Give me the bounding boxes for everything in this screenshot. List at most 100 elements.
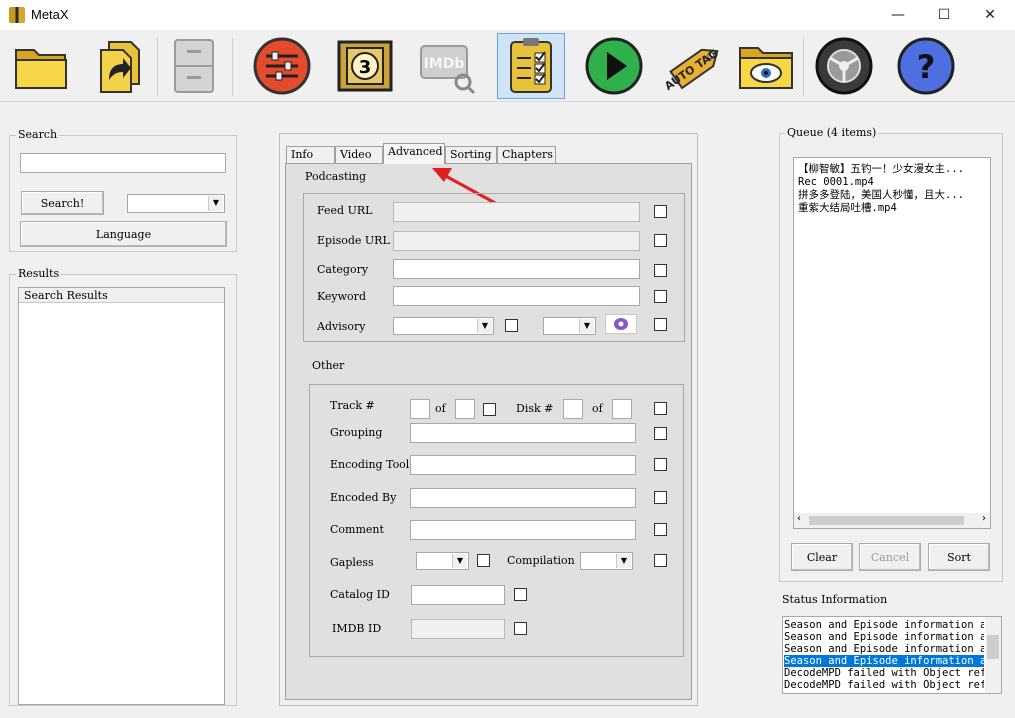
scrollbar-thumb[interactable] bbox=[987, 635, 999, 659]
advisory-dropdown[interactable]: ▼ bbox=[393, 317, 494, 335]
toolbar-separator bbox=[157, 38, 158, 96]
imdb-id-checkbox[interactable] bbox=[514, 622, 527, 635]
grouping-field[interactable] bbox=[410, 423, 636, 443]
gapless-dropdown[interactable]: ▼ bbox=[416, 552, 469, 570]
advisory-row-checkbox[interactable] bbox=[654, 318, 667, 331]
compilation-checkbox[interactable] bbox=[654, 554, 667, 567]
encoded-by-field[interactable] bbox=[410, 488, 636, 508]
encoding-tool-checkbox[interactable] bbox=[654, 458, 667, 471]
search-source-dropdown[interactable]: ▼ bbox=[127, 194, 225, 213]
app-icon bbox=[9, 7, 25, 23]
view-folder-icon bbox=[739, 47, 793, 89]
imdb-button[interactable]: IMDb bbox=[415, 34, 479, 98]
chevron-down-icon: ▼ bbox=[616, 554, 631, 568]
compilation-dropdown[interactable]: ▼ bbox=[580, 552, 633, 570]
category-checkbox[interactable] bbox=[654, 264, 667, 277]
other-label: Other bbox=[312, 359, 345, 372]
auto-tag-icon: AUTO TAG bbox=[666, 47, 720, 93]
encoding-tool-field[interactable] bbox=[410, 455, 636, 475]
advisory-image-button[interactable] bbox=[605, 314, 637, 334]
disk-number-field[interactable] bbox=[563, 399, 583, 419]
chevron-down-icon: ▼ bbox=[477, 319, 492, 333]
encoded-by-label: Encoded By bbox=[330, 491, 397, 504]
language-button[interactable]: Language bbox=[20, 221, 227, 247]
help-icon: ? bbox=[897, 37, 955, 95]
track-total-field[interactable] bbox=[455, 399, 475, 419]
track-disk-row-checkbox[interactable] bbox=[654, 402, 667, 415]
chevron-down-icon: ▼ bbox=[579, 319, 594, 333]
cabinet-icon bbox=[174, 39, 214, 93]
imdb-id-label: IMDB ID bbox=[332, 622, 382, 635]
imdb-search-icon: IMDb bbox=[420, 45, 476, 95]
tab-info[interactable]: Info bbox=[286, 146, 335, 163]
tab-advanced[interactable]: Advanced bbox=[383, 143, 445, 164]
queue-item[interactable]: Rec 0001.mp4 bbox=[798, 176, 988, 188]
track-of-label: of bbox=[435, 402, 446, 415]
scrollbar-thumb[interactable] bbox=[809, 516, 964, 525]
queue-horizontal-scrollbar[interactable]: ‹ › bbox=[794, 513, 990, 528]
gapless-label: Gapless bbox=[330, 556, 374, 569]
imdb-id-field[interactable] bbox=[411, 619, 505, 639]
search-button[interactable]: Search! bbox=[21, 191, 104, 215]
title-bar bbox=[0, 0, 1015, 30]
help-button[interactable]: ? bbox=[894, 34, 958, 98]
catalog-id-field[interactable] bbox=[411, 585, 505, 605]
comment-field[interactable] bbox=[410, 520, 636, 540]
results-list[interactable] bbox=[18, 287, 225, 705]
status-vertical-scrollbar[interactable] bbox=[985, 617, 1001, 693]
preferences-button[interactable] bbox=[812, 34, 876, 98]
advisory-label: Advisory bbox=[317, 320, 366, 333]
disk-total-field[interactable] bbox=[612, 399, 632, 419]
episode-url-checkbox[interactable] bbox=[654, 234, 667, 247]
track-checkbox[interactable] bbox=[483, 403, 496, 416]
status-line: DecodeMPD failed with Object refe bbox=[784, 667, 984, 679]
open-folder-button[interactable] bbox=[9, 34, 73, 98]
scroll-left-icon[interactable]: ‹ bbox=[797, 513, 801, 524]
scroll-right-icon[interactable]: › bbox=[982, 513, 986, 524]
play-button[interactable] bbox=[582, 34, 646, 98]
episode-url-label: Episode URL bbox=[317, 234, 390, 247]
clear-button[interactable]: Clear bbox=[791, 543, 853, 571]
category-field[interactable] bbox=[393, 259, 640, 279]
category-label: Category bbox=[317, 263, 369, 276]
advisory-checkbox[interactable] bbox=[505, 319, 518, 332]
movie-button[interactable]: 3 bbox=[333, 34, 397, 98]
results-group-label: Results bbox=[16, 267, 62, 280]
cabinet-button[interactable] bbox=[161, 34, 225, 98]
queue-item[interactable]: 重紫大结局吐槽.mp4 bbox=[798, 202, 988, 214]
settings-button[interactable] bbox=[250, 34, 314, 98]
svg-text:3: 3 bbox=[359, 57, 372, 78]
track-number-field[interactable] bbox=[410, 399, 430, 419]
queue-item[interactable]: 【柳智敏】五钓一！少女漫女主... bbox=[798, 163, 988, 175]
close-button[interactable]: ✕ bbox=[967, 0, 1013, 30]
results-column-header[interactable]: Search Results bbox=[19, 288, 224, 303]
checklist-button[interactable] bbox=[497, 33, 565, 99]
minimize-button[interactable]: — bbox=[875, 0, 921, 30]
comment-checkbox[interactable] bbox=[654, 523, 667, 536]
feed-url-checkbox[interactable] bbox=[654, 205, 667, 218]
chevron-down-icon: ▼ bbox=[452, 554, 467, 568]
search-input[interactable] bbox=[20, 153, 226, 173]
keyword-field[interactable] bbox=[393, 286, 640, 306]
maximize-button[interactable]: ☐ bbox=[921, 0, 967, 30]
encoded-by-checkbox[interactable] bbox=[654, 491, 667, 504]
grouping-checkbox[interactable] bbox=[654, 427, 667, 440]
track-label: Track # bbox=[330, 399, 375, 412]
queue-group-label: Queue (4 items) bbox=[785, 126, 879, 139]
movie-countdown-icon: 3 bbox=[337, 40, 393, 92]
tab-video[interactable]: Video bbox=[335, 146, 383, 163]
rating-dropdown[interactable]: ▼ bbox=[543, 317, 596, 335]
queue-item[interactable]: 拼多多登陆，美国人秒懂，且大... bbox=[798, 189, 988, 201]
cancel-button[interactable]: Cancel bbox=[859, 543, 921, 571]
settings-sliders-icon bbox=[253, 37, 311, 95]
episode-url-field[interactable] bbox=[393, 231, 640, 251]
chevron-down-icon: ▼ bbox=[208, 196, 223, 211]
open-file-button[interactable] bbox=[89, 34, 153, 98]
feed-url-field[interactable] bbox=[393, 202, 640, 222]
auto-tag-button[interactable]: AUTO TAG bbox=[664, 34, 728, 98]
catalog-id-checkbox[interactable] bbox=[514, 588, 527, 601]
view-folder-button[interactable] bbox=[734, 34, 798, 98]
gapless-checkbox[interactable] bbox=[477, 554, 490, 567]
sort-button[interactable]: Sort bbox=[928, 543, 990, 571]
keyword-checkbox[interactable] bbox=[654, 290, 667, 303]
